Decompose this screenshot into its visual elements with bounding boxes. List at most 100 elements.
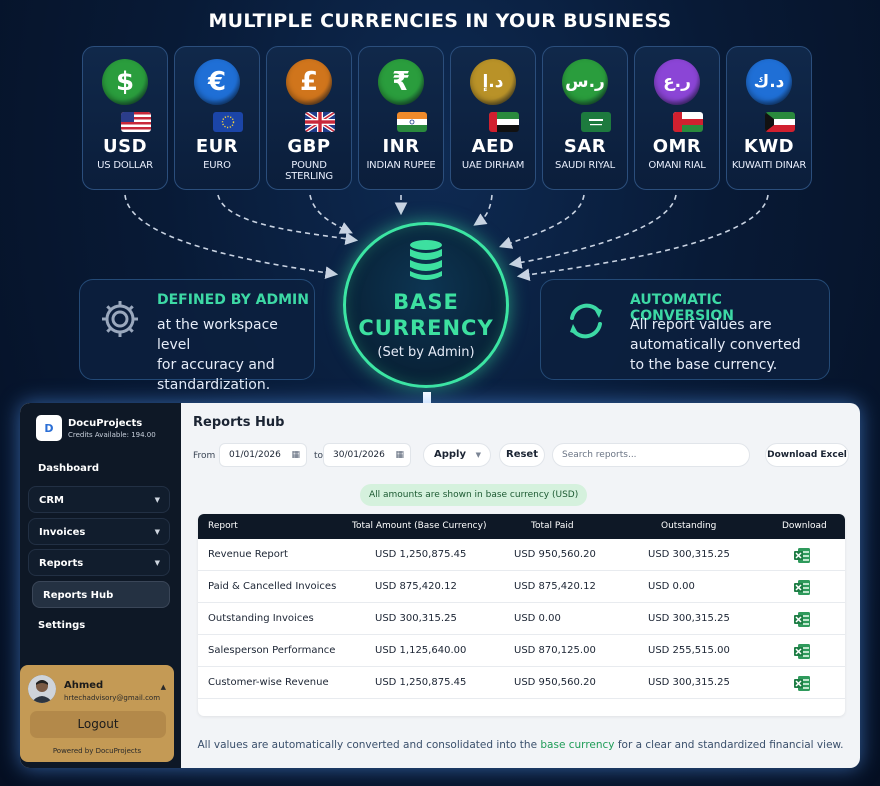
chevron-down-icon: ▼ <box>475 451 481 459</box>
logout-button[interactable]: Logout <box>30 711 166 738</box>
cell-outstanding: USD 300,315.25 <box>648 549 730 560</box>
footer-highlight: base currency <box>540 739 615 751</box>
cell-total-paid: USD 870,125.00 <box>514 645 596 656</box>
sidebar-item-reports[interactable]: Reports ▼ <box>28 549 170 576</box>
currency-notice-badge: All amounts are shown in base currency (… <box>360 484 588 506</box>
brand[interactable]: D DocuProjects Credits Available: 194.00 <box>36 415 156 441</box>
nav-label: Invoices <box>39 527 86 538</box>
avatar[interactable] <box>28 675 56 703</box>
admin-line-2: for accuracy and <box>157 357 275 373</box>
excel-download-icon[interactable] <box>794 675 811 692</box>
footer-text-2: for a clear and standardized financial v… <box>614 739 844 751</box>
admin-card-text: at the workspace level for accuracy and … <box>157 315 314 395</box>
credits-available: Credits Available: 194.00 <box>68 430 156 439</box>
cell-total-amount: USD 1,250,875.45 <box>375 677 467 688</box>
cell-outstanding: USD 0.00 <box>648 581 695 592</box>
gear-icon <box>102 301 138 337</box>
cell-total-paid: USD 950,560.20 <box>514 549 596 560</box>
powered-by: Powered by DocuProjects <box>52 747 142 755</box>
footer-text-1: All values are automatically converted a… <box>197 739 541 751</box>
header-report: Report <box>208 521 238 531</box>
auto-line-1: All report values are <box>630 317 772 333</box>
cell-outstanding: USD 300,315.25 <box>648 677 730 688</box>
cell-total-amount: USD 1,250,875.45 <box>375 549 467 560</box>
reset-button[interactable]: Reset <box>499 443 545 467</box>
admin-card-title: DEFINED BY ADMIN <box>157 292 309 308</box>
table-row: Revenue Report USD 1,250,875.45 USD 950,56… <box>198 539 845 571</box>
cell-total-amount: USD 300,315.25 <box>375 613 457 624</box>
cell-outstanding: USD 300,315.25 <box>648 613 730 624</box>
to-date-value: 30/01/2026 <box>333 450 385 460</box>
reports-table: Report Total Amount (Base Currency) Tota… <box>198 514 845 716</box>
nav-label: CRM <box>39 495 64 506</box>
nav-label: Dashboard <box>38 463 99 474</box>
cell-report: Customer-wise Revenue <box>208 677 329 688</box>
cell-report: Paid & Cancelled Invoices <box>208 581 337 592</box>
docuprojects-logo: D <box>36 415 62 441</box>
user-avatar-icon <box>28 675 56 703</box>
to-label: to <box>314 451 324 461</box>
chevron-down-icon: ▼ <box>154 559 160 567</box>
base-subtitle: (Set by Admin) <box>377 345 475 360</box>
header-total-paid: Total Paid <box>531 521 574 531</box>
excel-download-icon[interactable] <box>794 547 811 564</box>
automatic-conversion-card: AUTOMATIC CONVERSION All report values a… <box>540 279 830 380</box>
from-label: From <box>193 451 216 461</box>
auto-line-3: to the base currency. <box>630 357 778 373</box>
nav-label: Reports <box>39 558 84 569</box>
cell-outstanding: USD 255,515.00 <box>648 645 730 656</box>
user-name: Ahmed <box>64 680 104 691</box>
page-title: Reports Hub <box>193 415 285 430</box>
cell-report: Revenue Report <box>208 549 288 560</box>
defined-by-admin-card: DEFINED BY ADMIN at the workspace level … <box>79 279 315 393</box>
sidebar-item-settings[interactable]: Settings <box>28 612 170 639</box>
brand-name: DocuProjects <box>68 417 143 429</box>
sidebar-item-dashboard[interactable]: Dashboard <box>28 455 170 482</box>
main-content: Reports Hub From 01/01/2026 ▦ to 30/01/2… <box>181 403 860 768</box>
header-outstanding: Outstanding <box>661 521 717 531</box>
sidebar-item-reports-hub[interactable]: Reports Hub <box>32 581 170 608</box>
base-currency-circle: BASE CURRENCY (Set by Admin) <box>343 222 509 388</box>
admin-line-3: standardization. <box>157 377 271 393</box>
table-header: Report Total Amount (Base Currency) Tota… <box>198 514 845 539</box>
excel-download-icon[interactable] <box>794 579 811 596</box>
sidebar: D DocuProjects Credits Available: 194.00… <box>20 403 181 768</box>
cell-total-amount: USD 1,125,640.00 <box>375 645 467 656</box>
cell-total-paid: USD 950,560.20 <box>514 677 596 688</box>
from-date-input[interactable]: 01/01/2026 ▦ <box>219 443 307 467</box>
excel-download-icon[interactable] <box>794 611 811 628</box>
apply-button[interactable]: Apply ▼ <box>423 443 491 467</box>
calendar-icon[interactable]: ▦ <box>395 444 404 466</box>
nav-label: Reports Hub <box>43 590 114 601</box>
cell-total-paid: USD 0.00 <box>514 613 561 624</box>
apply-label: Apply <box>434 449 467 460</box>
base-title-line-1: BASE <box>393 290 459 314</box>
sidebar-item-crm[interactable]: CRM ▼ <box>28 486 170 513</box>
to-date-input[interactable]: 30/01/2026 ▦ <box>323 443 411 467</box>
base-title-line-2: CURRENCY <box>358 316 494 340</box>
table-row: Outstanding Invoices USD 300,315.25 USD 0.… <box>198 603 845 635</box>
from-date-value: 01/01/2026 <box>229 450 281 460</box>
header-total-amount: Total Amount (Base Currency) <box>352 521 487 531</box>
refresh-icon <box>570 303 602 339</box>
header-download: Download <box>782 521 827 531</box>
nav-label: Settings <box>38 620 86 631</box>
download-excel-button[interactable]: Download Excel <box>765 443 849 467</box>
database-icon <box>410 240 442 280</box>
reports-app-window: D DocuProjects Credits Available: 194.00… <box>20 403 860 768</box>
excel-download-icon[interactable] <box>794 643 811 660</box>
user-email: hrtechadvisory@gmail.com <box>64 694 161 702</box>
admin-line-1: at the workspace level <box>157 317 278 353</box>
user-panel: Ahmed hrtechadvisory@gmail.com ▲ Logout … <box>20 665 174 762</box>
chevron-down-icon: ▼ <box>154 496 160 504</box>
chevron-up-icon[interactable]: ▲ <box>161 683 166 691</box>
cell-total-amount: USD 875,420.12 <box>375 581 457 592</box>
footer-note: All values are automatically converted a… <box>181 739 860 751</box>
table-row: Customer-wise Revenue USD 1,250,875.45 USD… <box>198 667 845 699</box>
table-row: Paid & Cancelled Invoices USD 875,420.12 U… <box>198 571 845 603</box>
calendar-icon[interactable]: ▦ <box>291 444 300 466</box>
auto-line-2: automatically converted <box>630 337 801 353</box>
sidebar-item-invoices[interactable]: Invoices ▼ <box>28 518 170 545</box>
cell-total-paid: USD 875,420.12 <box>514 581 596 592</box>
search-input[interactable]: Search reports... <box>552 443 750 467</box>
